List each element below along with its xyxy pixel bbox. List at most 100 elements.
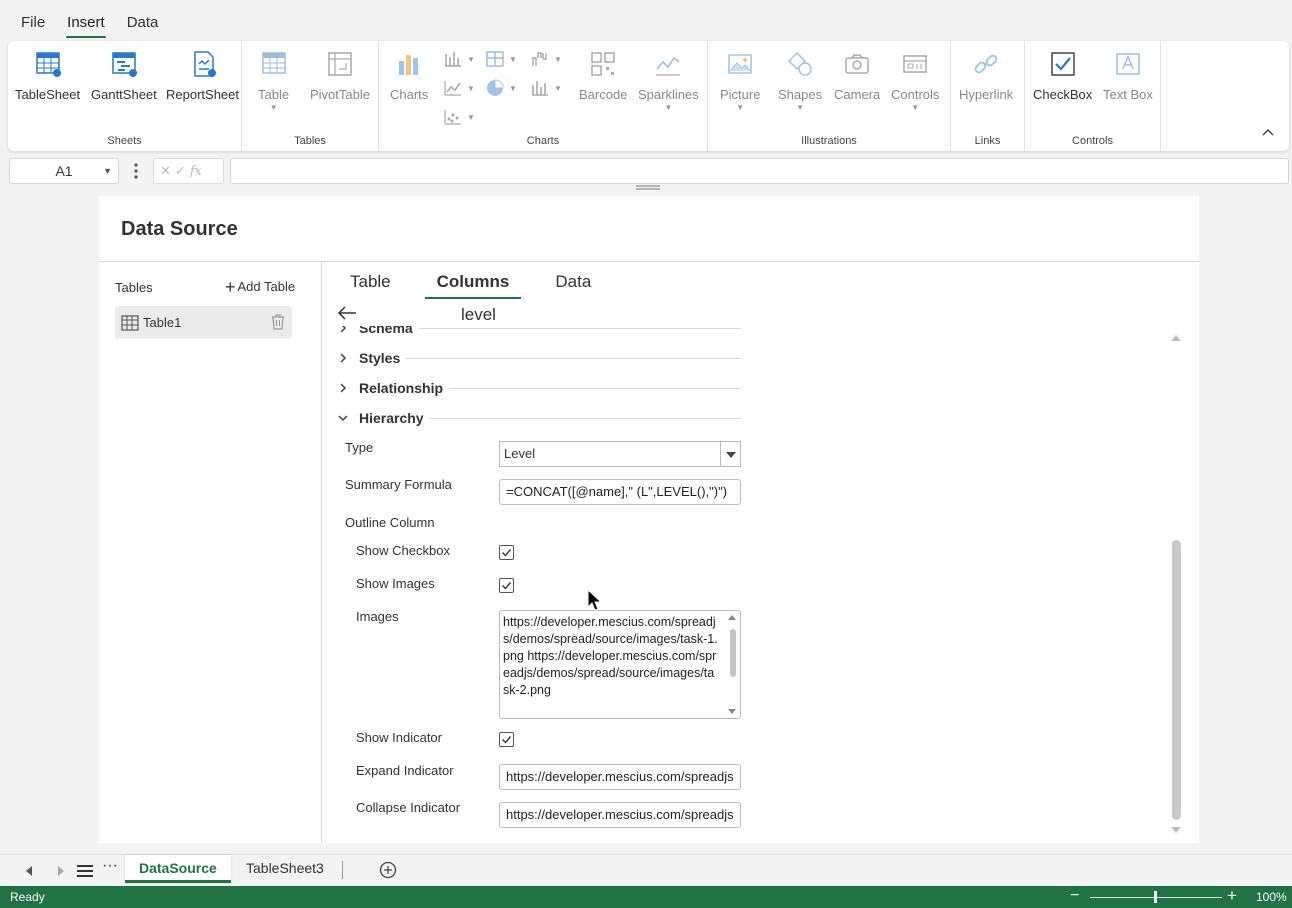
add-table-button[interactable]: + Add Table xyxy=(225,278,295,296)
sparklines-button[interactable]: Sparklines ▼ xyxy=(638,49,699,112)
scroll-down-icon[interactable] xyxy=(728,709,736,714)
sheet-tab-tablesheet3[interactable]: TableSheet3 xyxy=(232,855,338,883)
checkmark-icon xyxy=(502,736,512,744)
settings-scrollbar-thumb[interactable] xyxy=(1172,540,1181,820)
menu-tab-insert[interactable]: Insert xyxy=(56,3,116,38)
column-settings: Schema Styles Relationship Hierarchy Typ… xyxy=(329,326,1209,843)
section-schema-title: Schema xyxy=(359,326,413,336)
shapes-button[interactable]: Shapes ▼ xyxy=(778,49,822,112)
group-label-controls: Controls xyxy=(1072,135,1113,147)
zoom-slider-thumb[interactable] xyxy=(1154,891,1157,903)
charts-button[interactable]: Charts xyxy=(390,49,428,102)
more-options-icon[interactable] xyxy=(130,161,142,181)
picture-label: Picture xyxy=(720,87,761,102)
checkbox-label: CheckBox xyxy=(1033,87,1093,102)
more-sheets-icon[interactable]: ··· xyxy=(102,857,118,875)
menu-tab-file[interactable]: File xyxy=(10,3,56,37)
layout-chart-button[interactable]: ▼ xyxy=(485,49,517,69)
expand-indicator-input[interactable]: https://developer.mescius.com/spreadjs xyxy=(499,764,741,790)
collapse-indicator-label: Collapse Indicator xyxy=(356,800,461,815)
table-item-table1[interactable]: Table1 xyxy=(115,306,292,339)
chevron-down-icon[interactable] xyxy=(720,442,740,466)
scatter-chart-button[interactable]: ▼ xyxy=(443,107,475,127)
insert-function-icon[interactable]: fx xyxy=(190,164,202,179)
cancel-formula-icon[interactable]: ✕ xyxy=(160,163,175,178)
picture-button[interactable]: Picture ▼ xyxy=(720,49,760,112)
collapse-indicator-input[interactable]: https://developer.mescius.com/spreadjs xyxy=(499,802,741,828)
section-hierarchy-title: Hierarchy xyxy=(359,410,424,426)
controls-dropdown-icon: ▼ xyxy=(911,103,920,112)
trash-icon[interactable] xyxy=(269,313,287,331)
ganttsheet-icon xyxy=(112,52,137,77)
show-images-checkbox[interactable] xyxy=(499,578,514,593)
waterfall-chart-button[interactable]: ▼ xyxy=(530,49,562,69)
summary-formula-label: Summary Formula xyxy=(345,477,452,492)
checkbox-button[interactable]: CheckBox xyxy=(1033,49,1092,102)
previous-sheet-icon[interactable] xyxy=(26,866,32,876)
scroll-up-icon[interactable] xyxy=(1171,335,1181,341)
tab-data[interactable]: Data xyxy=(547,272,599,298)
back-arrow-icon[interactable] xyxy=(336,304,358,322)
next-sheet-icon[interactable] xyxy=(58,866,64,876)
textbox-button[interactable]: Text Box xyxy=(1103,49,1153,102)
ganttsheet-button[interactable]: GanttSheet xyxy=(91,49,157,102)
show-indicator-checkbox[interactable] xyxy=(499,732,514,747)
pie-chart-icon xyxy=(487,79,504,96)
chevron-down-icon xyxy=(338,415,348,422)
table-button[interactable]: Table ▼ xyxy=(258,49,289,112)
menu-bar: File Insert Data xyxy=(0,0,1292,40)
pivottable-button[interactable]: PivotTable xyxy=(310,49,370,102)
column-chart-button[interactable]: ▼ xyxy=(443,49,475,69)
panel-title: Data Source xyxy=(121,218,238,240)
images-textarea[interactable]: https://developer.mescius.com/spreadjs/d… xyxy=(499,610,741,719)
tablesheet-button[interactable]: TableSheet xyxy=(15,49,80,102)
zoom-level[interactable]: 100% xyxy=(1256,890,1287,904)
statistic-chart-button[interactable]: ▼ xyxy=(530,78,562,98)
sheet-list-icon[interactable] xyxy=(76,864,94,878)
scroll-up-icon[interactable] xyxy=(728,615,736,620)
line-chart-button[interactable]: ▼ xyxy=(443,78,475,98)
summary-formula-input[interactable]: =CONCAT([@name]," (L",LEVEL(),")") xyxy=(499,479,741,505)
scroll-down-icon[interactable] xyxy=(1171,827,1181,833)
shapes-icon xyxy=(787,51,812,76)
show-checkbox-checkbox[interactable] xyxy=(499,545,514,560)
name-box[interactable]: A1 ▼ xyxy=(9,158,119,184)
group-label-sheets: Sheets xyxy=(107,135,142,147)
collapse-ribbon-icon[interactable] xyxy=(1261,125,1275,139)
confirm-formula-icon[interactable]: ✓ xyxy=(175,163,190,178)
hyperlink-icon xyxy=(974,54,998,74)
namebox-dropdown-icon[interactable]: ▼ xyxy=(103,159,112,183)
zoom-out-icon[interactable]: − xyxy=(1070,887,1079,905)
zoom-in-icon[interactable]: + xyxy=(1227,886,1237,906)
textarea-scrollbar-thumb[interactable] xyxy=(730,629,736,677)
tab-table[interactable]: Table xyxy=(342,272,399,298)
camera-button[interactable]: Camera xyxy=(834,49,880,102)
ribbon-group-controls: CheckBox Text Box Controls xyxy=(1025,41,1161,151)
barcode-button[interactable]: Barcode xyxy=(579,49,627,102)
menu-tab-data[interactable]: Data xyxy=(116,3,170,37)
formula-input[interactable] xyxy=(230,158,1289,184)
pivottable-label: PivotTable xyxy=(310,87,370,102)
section-styles[interactable]: Styles xyxy=(337,350,741,366)
chevron-right-icon xyxy=(340,326,347,333)
section-hierarchy[interactable]: Hierarchy xyxy=(337,410,741,426)
controls-button[interactable]: Controls ▼ xyxy=(891,49,939,112)
reportsheet-button[interactable]: ReportSheet xyxy=(166,49,239,102)
shapes-dropdown-icon: ▼ xyxy=(796,103,804,112)
section-schema[interactable]: Schema xyxy=(337,326,741,336)
column-name: level xyxy=(461,305,496,324)
reportsheet-label: ReportSheet xyxy=(166,87,239,102)
charts-icon xyxy=(399,55,419,75)
formula-bar-splitter-icon[interactable] xyxy=(636,185,660,190)
type-select[interactable]: Level xyxy=(499,441,741,467)
outline-column-label: Outline Column xyxy=(345,515,435,530)
ribbon-group-sheets: TableSheet GanttSheet ReportSheet Sheets xyxy=(8,41,242,151)
sheet-tab-datasource[interactable]: DataSource xyxy=(125,855,231,883)
section-relationship[interactable]: Relationship xyxy=(337,380,741,396)
hyperlink-button[interactable]: Hyperlink xyxy=(959,49,1013,102)
pie-chart-button[interactable]: ▼ xyxy=(485,78,517,98)
add-sheet-icon[interactable] xyxy=(379,861,397,879)
group-label-illustrations: Illustrations xyxy=(801,135,857,147)
tab-columns[interactable]: Columns xyxy=(424,272,522,299)
expand-indicator-label: Expand Indicator xyxy=(356,763,454,778)
